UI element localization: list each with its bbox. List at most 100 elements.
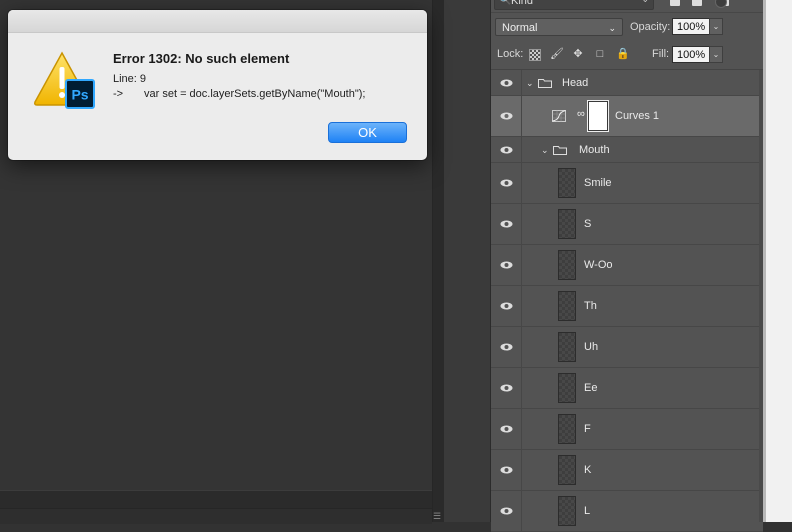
layer-name: L	[584, 505, 591, 517]
opacity-dropdown-button[interactable]: ⌄	[709, 18, 723, 35]
layer-thumbnail	[558, 168, 576, 198]
error-line-number: Line: 9	[113, 73, 147, 85]
eye-icon	[500, 466, 513, 474]
filter-pixel-icon[interactable]	[670, 0, 680, 6]
eye-icon	[500, 112, 513, 120]
layer-name: Smile	[584, 177, 612, 189]
error-code: var set = doc.layerSets.getByName("Mouth…	[144, 88, 366, 100]
folder-icon	[553, 146, 567, 155]
lock-transparent-pixels-icon[interactable]	[529, 49, 541, 61]
eye-icon	[500, 425, 513, 433]
layer-name: Mouth	[579, 144, 610, 156]
lock-all-icon[interactable]: 🔒	[616, 48, 630, 60]
panel-menu-icon[interactable]: ☰	[432, 512, 442, 521]
canvas-status-bar	[0, 490, 432, 524]
layers-panel: 🔍 Kind ⌄ Normal ⌄ Opacity: 100% ⌄ Lock: …	[491, 0, 763, 532]
ps-badge-text: Ps	[71, 87, 88, 103]
layer-thumbnail	[558, 455, 576, 485]
layer-thumbnail	[558, 291, 576, 321]
layer-name: K	[584, 464, 592, 476]
visibility-toggle[interactable]	[491, 163, 522, 203]
layer-row-mouth[interactable]: ⌄ Mouth	[491, 137, 763, 163]
eye-icon	[500, 79, 513, 86]
layer-row-head[interactable]: ⌄ Head	[491, 70, 763, 96]
layer-name: Head	[562, 77, 589, 89]
layer-thumbnail	[558, 373, 576, 403]
layer-row-w-oo[interactable]: W-Oo	[491, 245, 763, 286]
layer-mask-thumbnail[interactable]	[587, 100, 609, 132]
layer-row-th[interactable]: Th	[491, 286, 763, 327]
warning-icon: Ps	[34, 51, 95, 109]
lock-row: Lock: 🖌 ✥ □ 🔒 Fill: 100% ⌄	[491, 41, 763, 70]
eye-icon	[500, 507, 513, 515]
mask-link-icon[interactable]: ∞	[577, 108, 585, 120]
chevron-down-icon[interactable]: ⌄	[526, 78, 534, 89]
visibility-toggle[interactable]	[491, 409, 522, 449]
lock-image-pixels-icon[interactable]: 🖌	[550, 48, 564, 60]
visibility-toggle[interactable]	[491, 245, 522, 285]
curves-adjustment-icon	[552, 110, 566, 122]
layer-thumbnail	[558, 332, 576, 362]
lock-artboard-icon[interactable]: □	[594, 48, 606, 60]
fill-input[interactable]: 100%	[672, 46, 710, 63]
folder-icon	[538, 79, 552, 88]
layer-name: Uh	[584, 341, 599, 353]
visibility-toggle[interactable]	[491, 70, 522, 95]
layer-thumbnail	[558, 250, 576, 280]
layer-row-ee[interactable]: Ee	[491, 368, 763, 409]
eye-icon	[500, 343, 513, 351]
eye-icon	[500, 220, 513, 228]
blend-mode-value: Normal	[502, 22, 538, 34]
visibility-toggle[interactable]	[491, 204, 522, 244]
layer-row-l[interactable]: L	[491, 491, 763, 532]
visibility-toggle[interactable]	[491, 137, 522, 162]
visibility-toggle[interactable]	[491, 327, 522, 367]
visibility-toggle[interactable]	[491, 96, 522, 136]
error-arrow: ->	[113, 88, 124, 100]
layer-thumbnail	[558, 414, 576, 444]
layer-name: W-Oo	[584, 259, 613, 271]
chevron-down-icon: ⌄	[641, 0, 649, 5]
layer-name: Th	[584, 300, 597, 312]
layer-thumbnail	[558, 209, 576, 239]
fill-dropdown-button[interactable]: ⌄	[709, 46, 723, 63]
visibility-toggle[interactable]	[491, 286, 522, 326]
layer-name: Ee	[584, 382, 598, 394]
layer-row-k[interactable]: K	[491, 450, 763, 491]
ok-button[interactable]: OK	[328, 122, 407, 143]
filter-adjustment-icon[interactable]	[692, 0, 702, 6]
filter-kind-dropdown[interactable]: 🔍 Kind ⌄	[494, 0, 654, 10]
fill-label: Fill:	[652, 48, 670, 60]
visibility-toggle[interactable]	[491, 491, 522, 531]
layer-row-uh[interactable]: Uh	[491, 327, 763, 368]
lock-position-icon[interactable]: ✥	[572, 48, 584, 60]
filter-toggle-icon[interactable]	[715, 0, 727, 8]
adjacent-window-edge	[763, 0, 792, 522]
eye-icon	[500, 179, 513, 187]
layer-row-curves-1[interactable]: ∞ Curves 1	[491, 96, 763, 137]
visibility-toggle[interactable]	[491, 368, 522, 408]
collapsed-panel-dock	[444, 0, 491, 522]
error-code-line: -> var set = doc.layerSets.getByName("Mo…	[113, 88, 365, 136]
layer-row-s[interactable]: S	[491, 204, 763, 245]
chevron-down-icon: ⌄	[608, 23, 616, 33]
blend-row: Normal ⌄ Opacity: 100% ⌄	[491, 14, 763, 40]
eye-icon	[500, 384, 513, 392]
eye-icon	[500, 146, 513, 153]
blend-mode-select[interactable]: Normal ⌄	[495, 18, 623, 36]
error-dialog: Ps Error 1302: No such element Line: 9 -…	[8, 10, 427, 160]
opacity-label: Opacity:	[630, 21, 671, 33]
dialog-titlebar[interactable]	[8, 10, 427, 33]
layer-row-f[interactable]: F	[491, 409, 763, 450]
layer-filter-row: 🔍 Kind ⌄	[491, 0, 763, 13]
layer-row-smile[interactable]: Smile	[491, 163, 763, 204]
visibility-toggle[interactable]	[491, 450, 522, 490]
filter-kind-label: Kind	[511, 0, 534, 7]
search-icon: 🔍	[499, 0, 512, 6]
chevron-down-icon[interactable]: ⌄	[541, 145, 549, 156]
opacity-input[interactable]: 100%	[672, 18, 710, 35]
eye-icon	[500, 302, 513, 310]
eye-icon	[500, 261, 513, 269]
layer-list: ⌄ Head ∞ Curves 1 ⌄ Mouth Smile S W-Oo T…	[491, 70, 763, 532]
layer-name: F	[584, 423, 591, 435]
